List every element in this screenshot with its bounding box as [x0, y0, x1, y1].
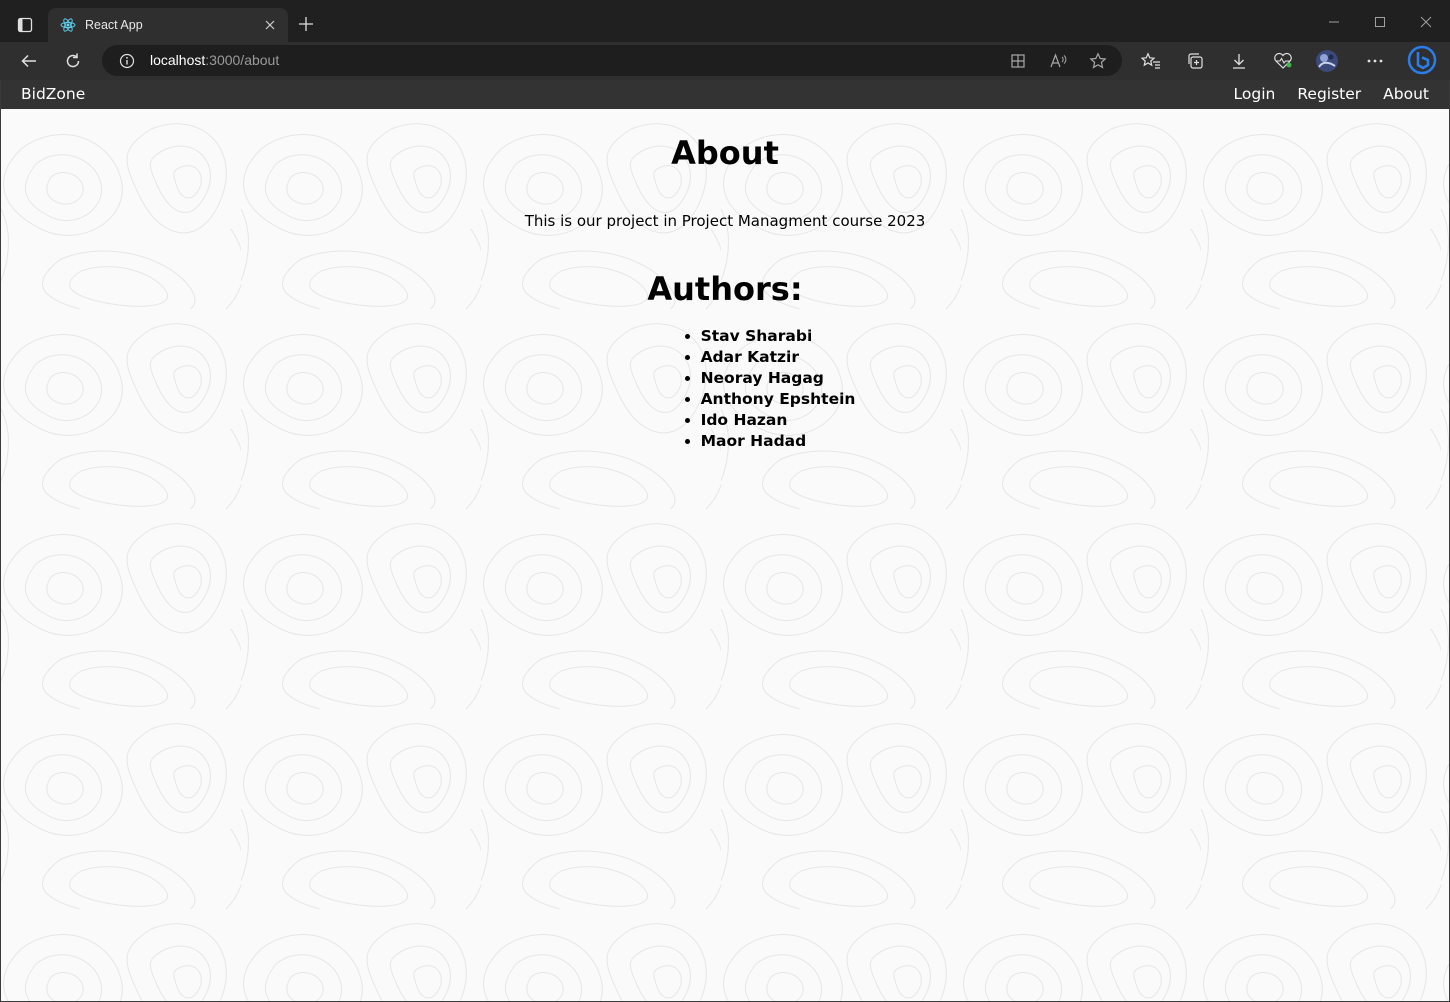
- authors-heading: Authors:: [647, 270, 803, 308]
- collections-icon[interactable]: [1182, 48, 1208, 74]
- url-path: :3000/about: [205, 52, 280, 68]
- nav-link-about[interactable]: About: [1383, 85, 1429, 103]
- brand-link[interactable]: BidZone: [21, 85, 85, 103]
- author-item: Maor Hadad: [701, 431, 856, 452]
- authors-list: Stav Sharabi Adar Katzir Neoray Hagag An…: [679, 326, 856, 452]
- url-text[interactable]: localhost:3000/about: [150, 52, 279, 68]
- profile-avatar-icon[interactable]: [1314, 48, 1340, 74]
- author-item: Neoray Hagag: [701, 368, 856, 389]
- refresh-icon[interactable]: [60, 48, 86, 74]
- minimize-icon[interactable]: [1324, 12, 1344, 32]
- author-item: Adar Katzir: [701, 347, 856, 368]
- url-host: localhost: [150, 52, 206, 68]
- read-aloud-icon[interactable]: [1047, 50, 1069, 72]
- author-item: Anthony Epshtein: [701, 389, 856, 410]
- window-border-left: [0, 80, 1, 1002]
- site-info-icon[interactable]: [118, 52, 135, 69]
- browser-tab[interactable]: React App: [48, 8, 288, 42]
- address-bar[interactable]: localhost:3000/about: [102, 45, 1122, 76]
- react-icon: [60, 17, 76, 33]
- favorites-icon[interactable]: [1138, 48, 1164, 74]
- tab-actions-icon[interactable]: [12, 12, 38, 38]
- browser-toolbar: localhost:3000/about: [0, 42, 1450, 80]
- project-description: This is our project in Project Managment…: [524, 212, 926, 230]
- about-section: About This is our project in Project Man…: [1, 134, 1449, 452]
- app-navbar: BidZone Login Register About: [1, 80, 1449, 109]
- close-window-icon[interactable]: [1416, 12, 1436, 32]
- nav-link-login[interactable]: Login: [1234, 85, 1276, 103]
- new-tab-icon[interactable]: [296, 14, 316, 34]
- tab-title: React App: [85, 18, 143, 32]
- bing-copilot-icon[interactable]: [1406, 44, 1438, 76]
- close-tab-icon[interactable]: [262, 17, 278, 33]
- app-available-icon[interactable]: [1007, 50, 1029, 72]
- author-item: Stav Sharabi: [701, 326, 856, 347]
- more-options-icon[interactable]: [1362, 48, 1388, 74]
- favorite-star-icon[interactable]: [1087, 50, 1109, 72]
- nav-links: Login Register About: [1212, 85, 1429, 103]
- browser-essentials-icon[interactable]: [1270, 48, 1296, 74]
- author-item: Ido Hazan: [701, 410, 856, 431]
- page-content: About This is our project in Project Man…: [1, 109, 1449, 1001]
- downloads-icon[interactable]: [1226, 48, 1252, 74]
- back-arrow-icon[interactable]: [16, 48, 42, 74]
- page-title: About: [671, 134, 779, 172]
- nav-link-register[interactable]: Register: [1297, 85, 1361, 103]
- browser-tab-strip: React App: [0, 0, 1450, 42]
- maximize-icon[interactable]: [1370, 12, 1390, 32]
